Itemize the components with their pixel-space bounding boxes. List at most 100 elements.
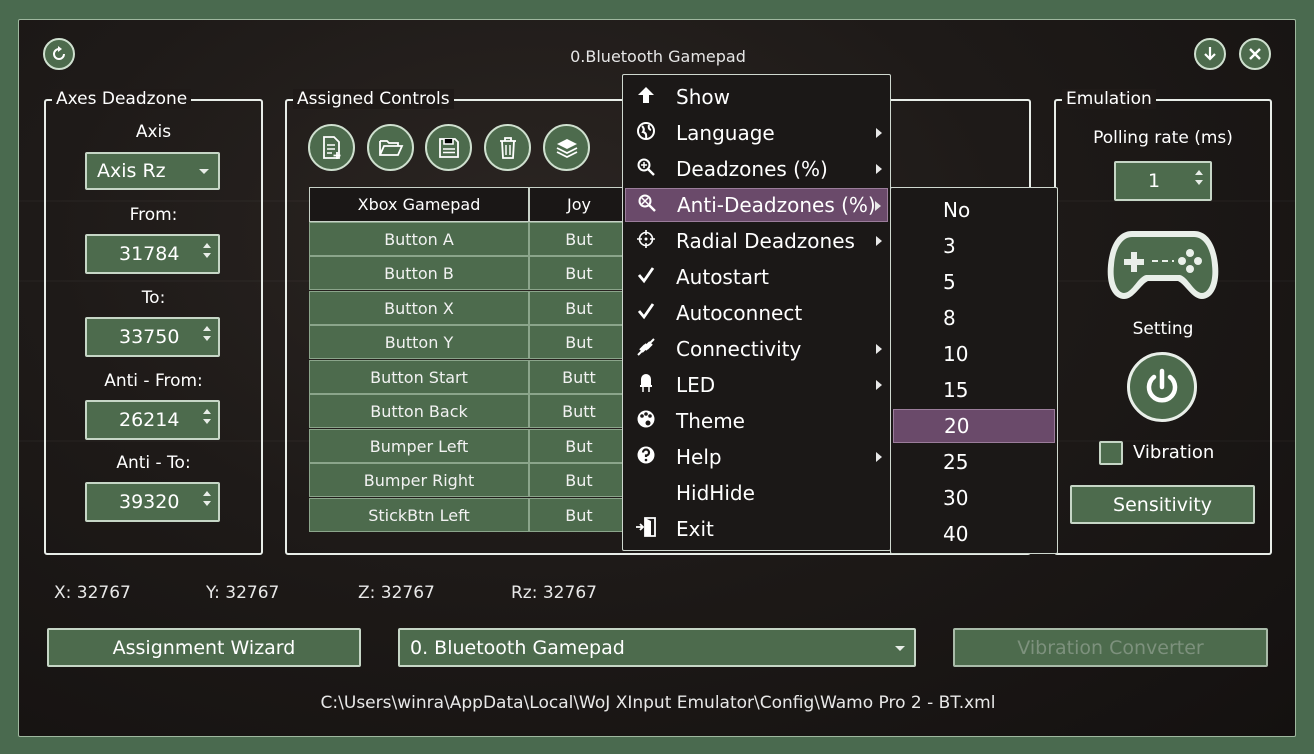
chevron-right-icon bbox=[875, 201, 881, 211]
submenu-item[interactable]: 15 bbox=[893, 373, 1055, 407]
menu-item-label: Deadzones (%) bbox=[676, 157, 828, 181]
menu-item-label: Help bbox=[676, 445, 722, 469]
power-button[interactable] bbox=[1127, 352, 1197, 422]
up-arrow-icon bbox=[633, 85, 659, 110]
menu-item-exit[interactable]: Exit bbox=[625, 512, 888, 546]
table-row-xbox[interactable]: Button Start bbox=[309, 360, 529, 394]
submenu-item-selected[interactable]: 20 bbox=[893, 409, 1055, 443]
table-row-xbox[interactable]: StickBtn Left bbox=[309, 498, 529, 532]
column-header-joy[interactable]: Joy bbox=[529, 187, 629, 222]
vibration-label: Vibration bbox=[1133, 442, 1215, 463]
table-row-joy[interactable]: But bbox=[529, 222, 629, 256]
chevron-down-icon bbox=[199, 169, 209, 174]
table-row-xbox[interactable]: Button Back bbox=[309, 394, 529, 428]
anti-to-stepper[interactable]: 39320 bbox=[85, 482, 220, 522]
submenu-item[interactable]: 30 bbox=[893, 481, 1055, 515]
vibration-checkbox[interactable] bbox=[1099, 441, 1123, 465]
anti-deadzone-icon bbox=[634, 193, 660, 218]
spin-arrows-icon[interactable] bbox=[1194, 167, 1204, 195]
table-row-joy[interactable]: But bbox=[529, 256, 629, 290]
menu-item-led[interactable]: LED bbox=[625, 368, 888, 402]
table-row-joy[interactable]: Butt bbox=[529, 394, 629, 428]
table-row-joy[interactable]: But bbox=[529, 429, 629, 463]
status-y: Y: 32767 bbox=[206, 583, 280, 603]
chevron-right-icon bbox=[876, 452, 882, 462]
spin-arrows-icon[interactable] bbox=[202, 323, 212, 351]
open-config-button[interactable] bbox=[367, 124, 414, 171]
menu-item-label: Radial Deadzones bbox=[676, 229, 855, 253]
exit-door-icon bbox=[633, 516, 659, 542]
menu-item-language[interactable]: Language bbox=[625, 116, 888, 150]
axis-select[interactable]: Axis Rz bbox=[85, 152, 220, 190]
delete-config-button[interactable] bbox=[484, 124, 531, 171]
menu-item-label: Exit bbox=[676, 517, 714, 541]
status-rz: Rz: 32767 bbox=[511, 583, 597, 603]
crosshair-icon bbox=[633, 229, 659, 254]
setting-label: Setting bbox=[1132, 319, 1194, 339]
menu-item-deadzones[interactable]: Deadzones (%) bbox=[625, 152, 888, 186]
question-icon bbox=[633, 445, 659, 470]
spin-arrows-icon[interactable] bbox=[202, 240, 212, 268]
layers-button[interactable] bbox=[543, 124, 590, 171]
submenu-item[interactable]: 40 bbox=[893, 517, 1055, 551]
polling-rate-stepper[interactable]: 1 bbox=[1114, 161, 1212, 201]
table-row-joy[interactable]: But bbox=[529, 291, 629, 325]
vibration-converter-button[interactable]: Vibration Converter bbox=[953, 628, 1268, 667]
menu-item-label: Anti-Deadzones (%) bbox=[677, 193, 876, 217]
table-row-joy[interactable]: But bbox=[529, 498, 629, 532]
table-row-xbox[interactable]: Button A bbox=[309, 222, 529, 256]
anti-from-stepper[interactable]: 26214 bbox=[85, 400, 220, 440]
menu-item-show[interactable]: Show bbox=[625, 80, 888, 114]
submenu-item[interactable]: 3 bbox=[893, 229, 1055, 263]
menu-item-autoconnect[interactable]: Autoconnect bbox=[625, 296, 888, 330]
config-path: C:\Users\winra\AppData\Local\WoJ XInput … bbox=[320, 693, 996, 713]
menu-item-anti-deadzones[interactable]: Anti-Deadzones (%) bbox=[625, 188, 888, 222]
from-stepper[interactable]: 31784 bbox=[85, 234, 220, 274]
table-row-joy[interactable]: Butt bbox=[529, 360, 629, 394]
assigned-controls-title: Assigned Controls bbox=[293, 89, 454, 109]
submenu-item-label: 10 bbox=[943, 342, 969, 366]
spin-arrows-icon[interactable] bbox=[202, 488, 212, 516]
table-row-xbox[interactable]: Bumper Left bbox=[309, 429, 529, 463]
menu-item-autostart[interactable]: Autostart bbox=[625, 260, 888, 294]
anti-to-value: 39320 bbox=[119, 491, 180, 513]
assignment-wizard-button[interactable]: Assignment Wizard bbox=[47, 628, 361, 667]
submenu-item[interactable]: 10 bbox=[893, 337, 1055, 371]
spin-arrows-icon[interactable] bbox=[202, 406, 212, 434]
to-label: To: bbox=[141, 288, 166, 308]
table-row-xbox[interactable]: Bumper Right bbox=[309, 463, 529, 497]
chevron-right-icon bbox=[876, 164, 882, 174]
table-row-xbox[interactable]: Button Y bbox=[309, 325, 529, 359]
new-config-button[interactable] bbox=[308, 124, 355, 171]
chevron-right-icon bbox=[876, 236, 882, 246]
menu-item-theme[interactable]: Theme bbox=[625, 404, 888, 438]
menu-item-connectivity[interactable]: Connectivity bbox=[625, 332, 888, 366]
menu-item-label: HidHide bbox=[676, 481, 755, 505]
save-config-button[interactable] bbox=[425, 124, 472, 171]
menu-item-hidhide[interactable]: HidHide bbox=[625, 476, 888, 510]
submenu-item[interactable]: 8 bbox=[893, 301, 1055, 335]
column-header-xbox[interactable]: Xbox Gamepad bbox=[309, 187, 529, 222]
anti-to-label: Anti - To: bbox=[116, 453, 191, 473]
axis-label: Axis bbox=[135, 122, 172, 142]
minimize-button[interactable] bbox=[1194, 38, 1226, 70]
submenu-item[interactable]: 25 bbox=[893, 445, 1055, 479]
device-select[interactable]: 0. Bluetooth Gamepad bbox=[398, 628, 916, 667]
submenu-item-label: 3 bbox=[943, 234, 956, 258]
check-icon bbox=[633, 302, 659, 325]
table-row-xbox[interactable]: Button X bbox=[309, 291, 529, 325]
submenu-item[interactable]: 5 bbox=[893, 265, 1055, 299]
table-row-joy[interactable]: But bbox=[529, 325, 629, 359]
sensitivity-button[interactable]: Sensitivity bbox=[1070, 485, 1255, 524]
axis-select-value: Axis Rz bbox=[97, 160, 166, 182]
close-button[interactable] bbox=[1239, 38, 1271, 70]
menu-item-radial-deadzones[interactable]: Radial Deadzones bbox=[625, 224, 888, 258]
table-row-joy[interactable]: But bbox=[529, 463, 629, 497]
menu-item-help[interactable]: Help bbox=[625, 440, 888, 474]
status-x: X: 32767 bbox=[54, 583, 131, 603]
device-select-value: 0. Bluetooth Gamepad bbox=[410, 636, 625, 659]
submenu-item[interactable]: No bbox=[893, 193, 1055, 227]
to-stepper[interactable]: 33750 bbox=[85, 317, 220, 357]
power-icon bbox=[1146, 368, 1178, 403]
table-row-xbox[interactable]: Button B bbox=[309, 256, 529, 290]
